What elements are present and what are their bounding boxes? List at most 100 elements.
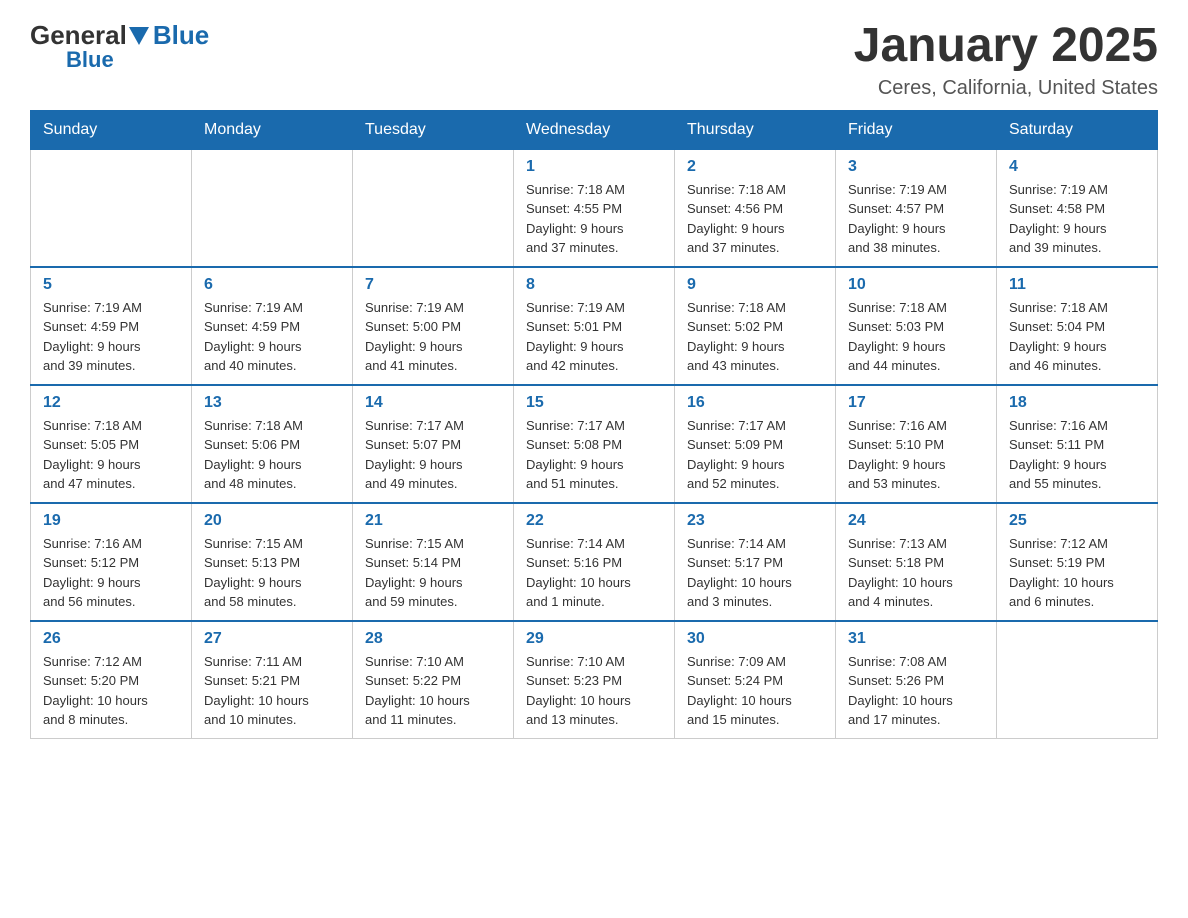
calendar-cell: 20Sunrise: 7:15 AM Sunset: 5:13 PM Dayli… [192,503,353,621]
calendar-cell [192,149,353,267]
day-number: 15 [526,394,662,412]
calendar-table: SundayMondayTuesdayWednesdayThursdayFrid… [30,110,1158,739]
day-number: 13 [204,394,340,412]
calendar-cell: 30 Sunrise: 7:09 AM Sunset: 5:24 PM Dayli… [675,621,836,739]
day-info: Sunrise: 7:17 AM Sunset: 5:08 PM Dayligh… [526,416,662,494]
day-info: Sunrise: 7:11 AM Sunset: 5:21 PM Dayligh… [204,652,340,730]
day-info: Sunrise: 7:12 AM Sunset: 5:20 PM Dayligh… [43,652,179,730]
logo-triangle-icon [129,27,149,45]
day-info: Sunrise: 7:14 AM Sunset: 5:16 PM Dayligh… [526,534,662,612]
calendar-header-wednesday: Wednesday [514,110,675,149]
day-info: Sunrise: 7:18 AM Sunset: 5:05 PM Dayligh… [43,416,179,494]
day-number: 4 [1009,158,1145,176]
calendar-cell: 23 Sunrise: 7:14 AM Sunset: 5:17 PM Dayli… [675,503,836,621]
day-number: 18 [1009,394,1145,412]
calendar-cell: 10Sunrise: 7:18 AM Sunset: 5:03 PM Dayli… [836,267,997,385]
calendar-cell [353,149,514,267]
day-info: Sunrise: 7:10 AM Sunset: 5:23 PM Dayligh… [526,652,662,730]
day-info: Sunrise: 7:08 AM Sunset: 5:26 PM Dayligh… [848,652,984,730]
day-info: Sunrise: 7:17 AM Sunset: 5:09 PM Dayligh… [687,416,823,494]
day-number: 29 [526,630,662,648]
calendar-cell: 26 Sunrise: 7:12 AM Sunset: 5:20 PM Dayli… [31,621,192,739]
calendar-cell: 24 Sunrise: 7:13 AM Sunset: 5:18 PM Dayli… [836,503,997,621]
calendar-cell: 28Sunrise: 7:10 AM Sunset: 5:22 PM Dayli… [353,621,514,739]
calendar-week-row: 12 Sunrise: 7:18 AM Sunset: 5:05 PM Dayli… [31,385,1158,503]
day-info: Sunrise: 7:18 AM Sunset: 5:04 PM Dayligh… [1009,298,1145,376]
day-number: 5 [43,276,179,294]
calendar-header-saturday: Saturday [997,110,1158,149]
day-info: Sunrise: 7:19 AM Sunset: 5:00 PM Dayligh… [365,298,501,376]
calendar-cell: 8Sunrise: 7:19 AM Sunset: 5:01 PM Daylig… [514,267,675,385]
main-title: January 2025 [854,20,1158,73]
day-number: 19 [43,512,179,530]
calendar-cell: 5Sunrise: 7:19 AM Sunset: 4:59 PM Daylig… [31,267,192,385]
day-info: Sunrise: 7:19 AM Sunset: 4:59 PM Dayligh… [204,298,340,376]
day-number: 30 [687,630,823,648]
day-info: Sunrise: 7:14 AM Sunset: 5:17 PM Dayligh… [687,534,823,612]
calendar-week-row: 1Sunrise: 7:18 AM Sunset: 4:55 PM Daylig… [31,149,1158,267]
day-number: 9 [687,276,823,294]
day-info: Sunrise: 7:16 AM Sunset: 5:10 PM Dayligh… [848,416,984,494]
calendar-header-tuesday: Tuesday [353,110,514,149]
calendar-cell: 18 Sunrise: 7:16 AM Sunset: 5:11 PM Dayli… [997,385,1158,503]
day-number: 24 [848,512,984,530]
calendar-cell: 14 Sunrise: 7:17 AM Sunset: 5:07 PM Dayli… [353,385,514,503]
day-number: 12 [43,394,179,412]
page-header: General Blue Blue January 2025 Ceres, Ca… [30,20,1158,100]
day-info: Sunrise: 7:16 AM Sunset: 5:12 PM Dayligh… [43,534,179,612]
day-info: Sunrise: 7:19 AM Sunset: 4:58 PM Dayligh… [1009,180,1145,258]
calendar-cell: 12 Sunrise: 7:18 AM Sunset: 5:05 PM Dayli… [31,385,192,503]
calendar-cell: 6 Sunrise: 7:19 AM Sunset: 4:59 PM Daylig… [192,267,353,385]
subtitle: Ceres, California, United States [854,77,1158,100]
day-info: Sunrise: 7:18 AM Sunset: 4:55 PM Dayligh… [526,180,662,258]
day-number: 6 [204,276,340,294]
calendar-header-sunday: Sunday [31,110,192,149]
calendar-header-thursday: Thursday [675,110,836,149]
day-info: Sunrise: 7:18 AM Sunset: 5:03 PM Dayligh… [848,298,984,376]
calendar-cell: 16 Sunrise: 7:17 AM Sunset: 5:09 PM Dayli… [675,385,836,503]
day-number: 28 [365,630,501,648]
day-number: 17 [848,394,984,412]
calendar-header-monday: Monday [192,110,353,149]
calendar-cell: 17 Sunrise: 7:16 AM Sunset: 5:10 PM Dayli… [836,385,997,503]
day-info: Sunrise: 7:13 AM Sunset: 5:18 PM Dayligh… [848,534,984,612]
day-info: Sunrise: 7:17 AM Sunset: 5:07 PM Dayligh… [365,416,501,494]
day-info: Sunrise: 7:19 AM Sunset: 4:57 PM Dayligh… [848,180,984,258]
calendar-header-friday: Friday [836,110,997,149]
calendar-week-row: 26 Sunrise: 7:12 AM Sunset: 5:20 PM Dayli… [31,621,1158,739]
day-number: 8 [526,276,662,294]
day-info: Sunrise: 7:16 AM Sunset: 5:11 PM Dayligh… [1009,416,1145,494]
calendar-cell: 7 Sunrise: 7:19 AM Sunset: 5:00 PM Daylig… [353,267,514,385]
logo-line2: Blue [66,47,114,73]
logo-blue-text: Blue [153,20,209,51]
calendar-cell: 21Sunrise: 7:15 AM Sunset: 5:14 PM Dayli… [353,503,514,621]
calendar-cell: 25Sunrise: 7:12 AM Sunset: 5:19 PM Dayli… [997,503,1158,621]
calendar-cell: 15 Sunrise: 7:17 AM Sunset: 5:08 PM Dayli… [514,385,675,503]
day-number: 23 [687,512,823,530]
calendar-header-row: SundayMondayTuesdayWednesdayThursdayFrid… [31,110,1158,149]
calendar-cell: 1Sunrise: 7:18 AM Sunset: 4:55 PM Daylig… [514,149,675,267]
calendar-cell: 9Sunrise: 7:18 AM Sunset: 5:02 PM Daylig… [675,267,836,385]
calendar-cell [997,621,1158,739]
calendar-cell: 11Sunrise: 7:18 AM Sunset: 5:04 PM Dayli… [997,267,1158,385]
day-info: Sunrise: 7:18 AM Sunset: 4:56 PM Dayligh… [687,180,823,258]
calendar-cell: 3 Sunrise: 7:19 AM Sunset: 4:57 PM Daylig… [836,149,997,267]
calendar-cell: 22 Sunrise: 7:14 AM Sunset: 5:16 PM Dayli… [514,503,675,621]
day-number: 22 [526,512,662,530]
day-number: 2 [687,158,823,176]
day-number: 3 [848,158,984,176]
calendar-cell: 29 Sunrise: 7:10 AM Sunset: 5:23 PM Dayli… [514,621,675,739]
day-number: 31 [848,630,984,648]
day-number: 7 [365,276,501,294]
calendar-cell: 31 Sunrise: 7:08 AM Sunset: 5:26 PM Dayli… [836,621,997,739]
day-number: 16 [687,394,823,412]
logo: General Blue Blue [30,20,209,73]
calendar-cell: 19 Sunrise: 7:16 AM Sunset: 5:12 PM Dayli… [31,503,192,621]
day-info: Sunrise: 7:09 AM Sunset: 5:24 PM Dayligh… [687,652,823,730]
day-number: 26 [43,630,179,648]
day-number: 14 [365,394,501,412]
calendar-week-row: 19 Sunrise: 7:16 AM Sunset: 5:12 PM Dayli… [31,503,1158,621]
day-number: 27 [204,630,340,648]
day-info: Sunrise: 7:12 AM Sunset: 5:19 PM Dayligh… [1009,534,1145,612]
calendar-cell: 4 Sunrise: 7:19 AM Sunset: 4:58 PM Daylig… [997,149,1158,267]
